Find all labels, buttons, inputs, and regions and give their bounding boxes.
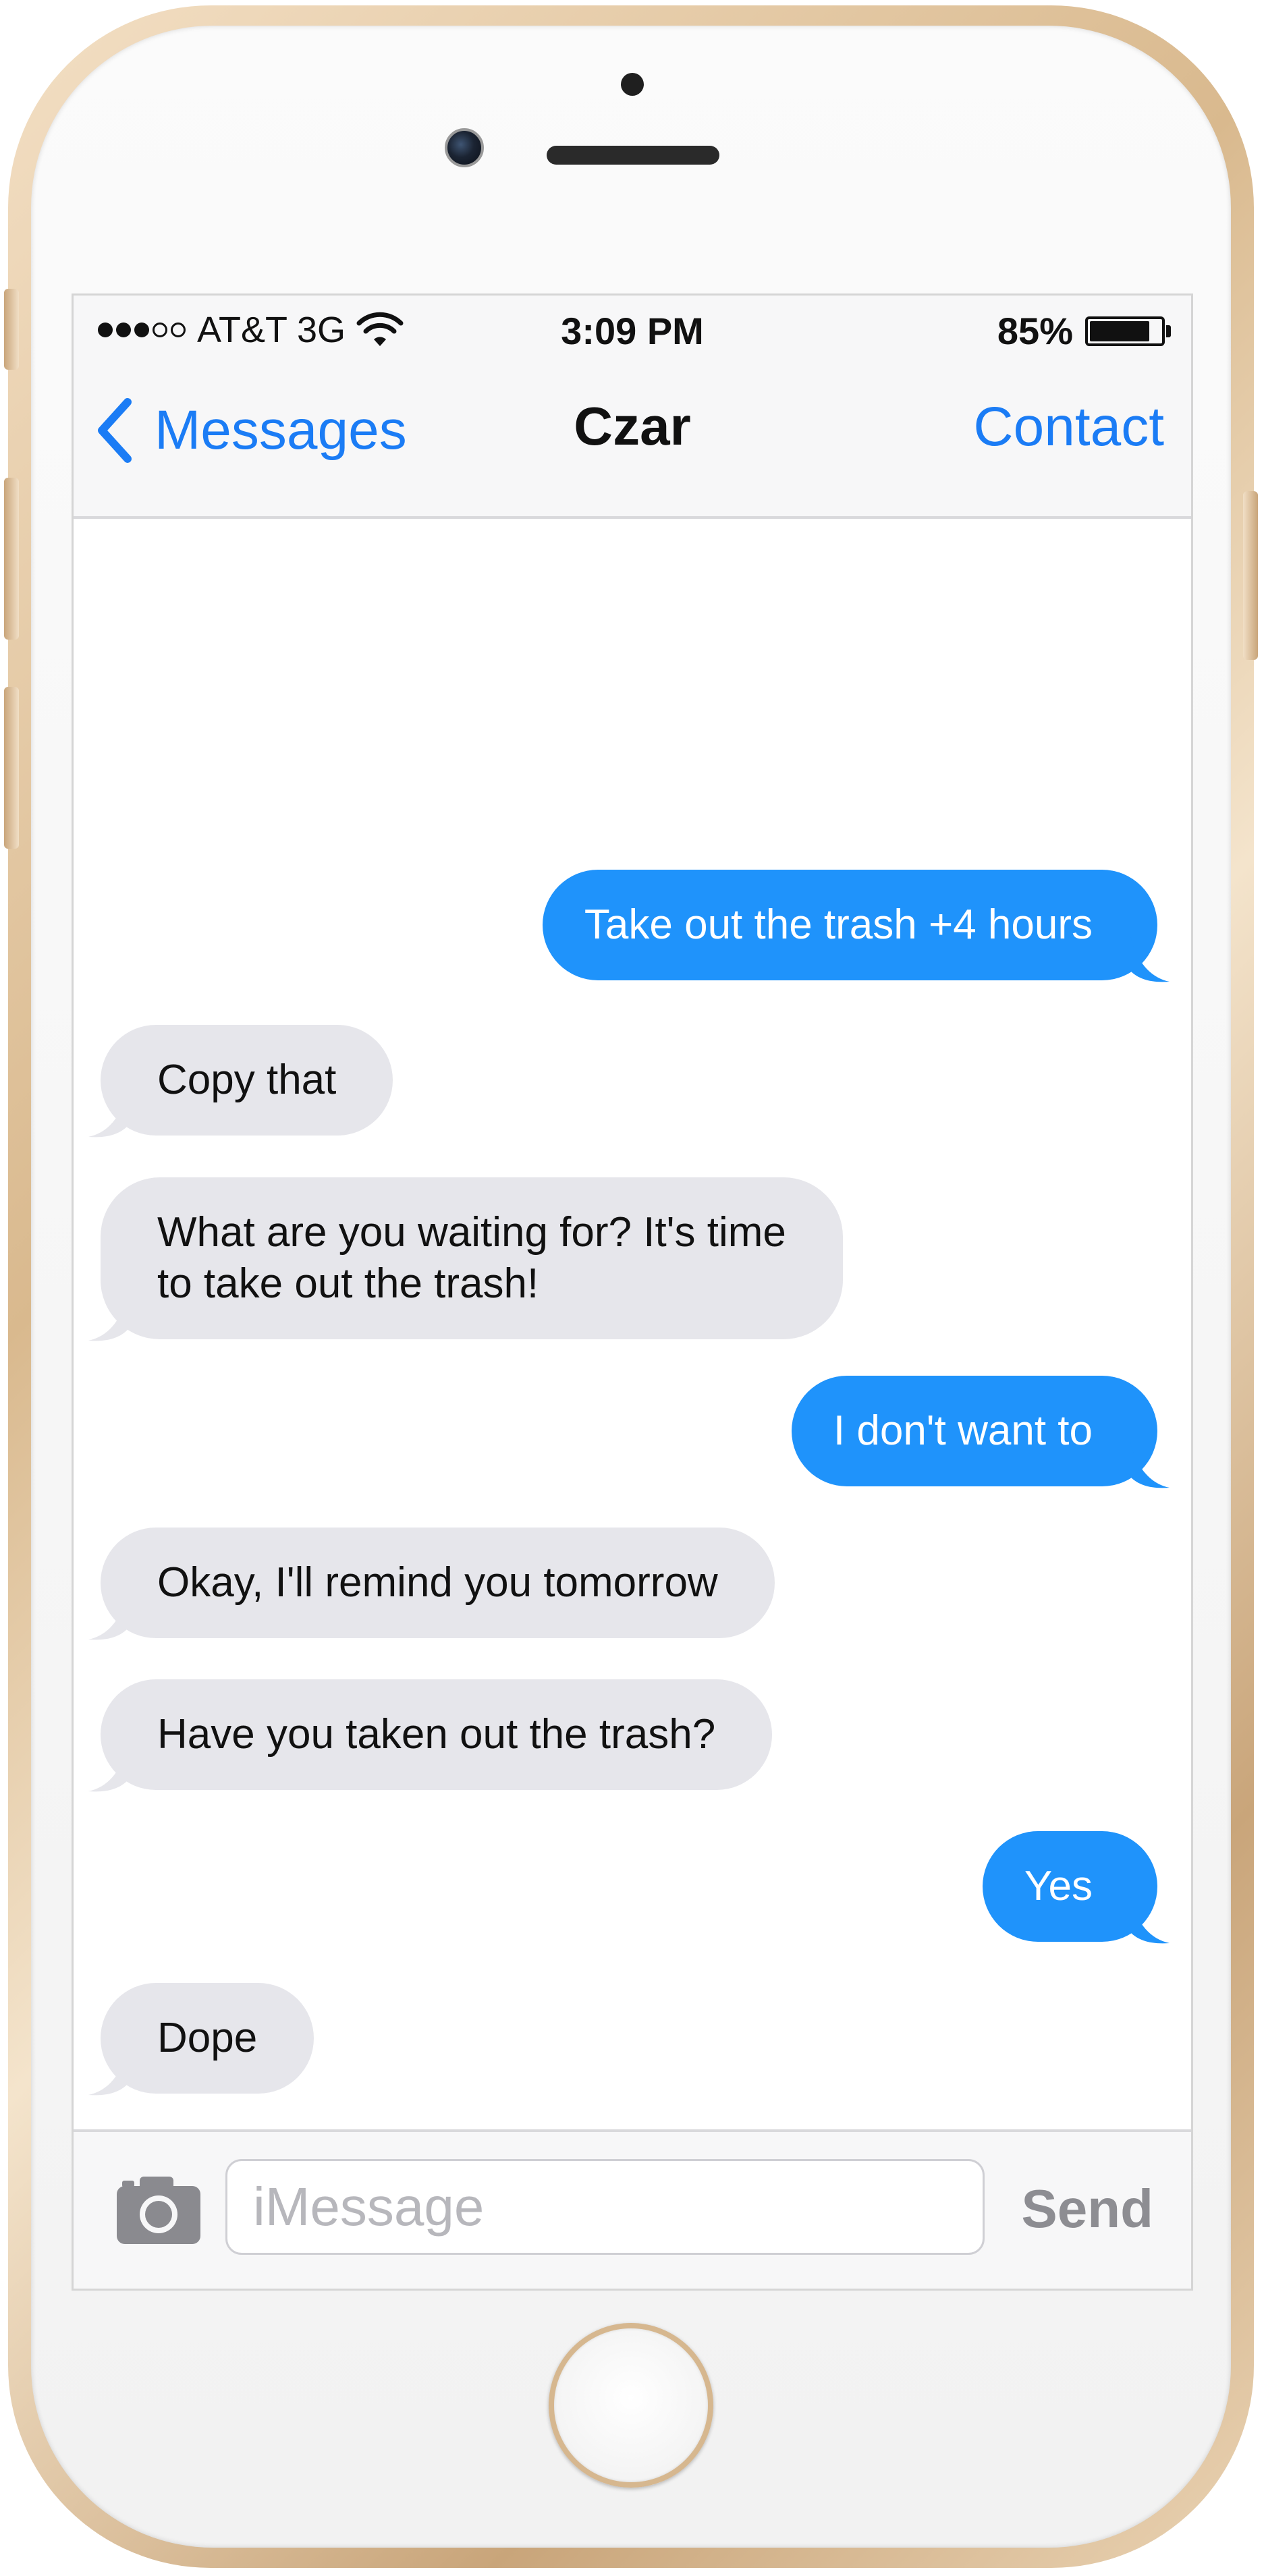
proximity-sensor	[621, 73, 644, 96]
message-bubble-incoming: Have you taken out the trash?	[101, 1679, 773, 1790]
screen: AT&T 3G 3:09 PM 85% Messages Czar Contac…	[72, 293, 1193, 2291]
stage: AT&T 3G 3:09 PM 85% Messages Czar Contac…	[0, 0, 1264, 2576]
send-button[interactable]: Send	[1021, 2178, 1153, 2240]
bubble-tail-incoming	[88, 1745, 128, 1792]
message-bubble-outgoing: I don't want to	[791, 1376, 1157, 1486]
contact-button[interactable]: Contact	[973, 395, 1164, 459]
bubble-tail-outgoing	[1130, 1442, 1170, 1488]
volume-down-button	[4, 687, 19, 849]
bubble-tail-incoming	[88, 1295, 128, 1341]
home-button[interactable]	[549, 2323, 713, 2488]
bubble-tail-incoming	[88, 2049, 128, 2096]
battery-fill	[1090, 320, 1150, 341]
status-right: 85%	[997, 309, 1171, 353]
front-camera	[445, 128, 484, 167]
message-bubble-incoming: What are you waiting for? It's time to t…	[101, 1177, 843, 1339]
volume-up-button	[4, 478, 19, 640]
bubble-tail-incoming	[88, 1091, 128, 1138]
bubble-tail-outgoing	[1130, 936, 1170, 982]
battery-icon	[1085, 316, 1165, 346]
power-button	[1243, 491, 1258, 660]
bubble-tail-incoming	[88, 1594, 128, 1640]
earpiece-speaker	[547, 146, 719, 165]
bubble-tail-outgoing	[1130, 1897, 1170, 1944]
message-bubble-outgoing: Take out the trash +4 hours	[542, 870, 1157, 980]
message-input[interactable]	[225, 2159, 985, 2255]
message-bubble-incoming: Okay, I'll remind you tomorrow	[101, 1528, 775, 1638]
input-bar: Send	[74, 2129, 1191, 2289]
battery-percent: 85%	[997, 310, 1073, 352]
status-bar: AT&T 3G 3:09 PM 85%	[74, 296, 1191, 362]
message-bubble-incoming: Dope	[101, 1983, 314, 2094]
message-bubble-incoming: Copy that	[101, 1025, 393, 1136]
camera-icon[interactable]	[114, 2173, 203, 2247]
nav-bar: Messages Czar Contact	[74, 362, 1191, 519]
battery-cap	[1166, 325, 1171, 337]
silent-switch	[4, 289, 19, 370]
